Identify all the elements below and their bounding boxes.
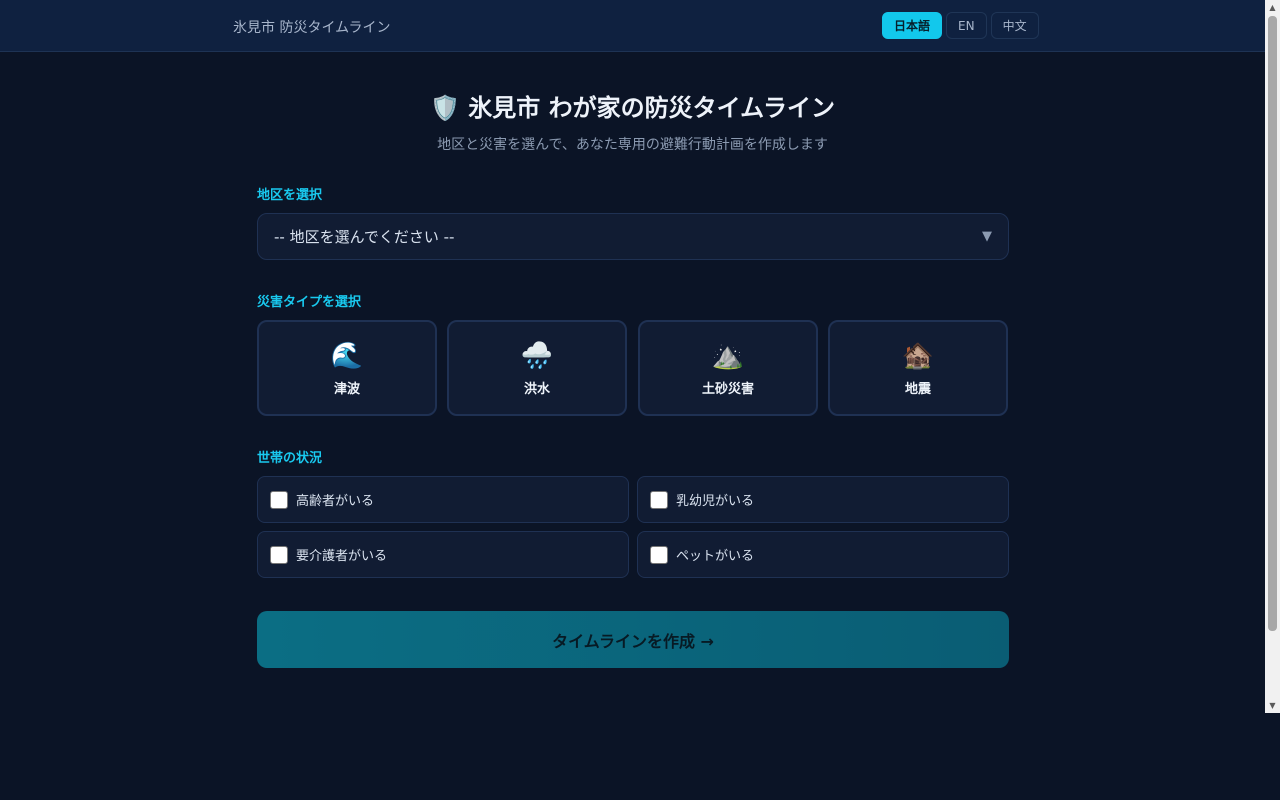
lang-button-zh[interactable]: 中文: [990, 12, 1039, 39]
lang-button-ja[interactable]: 日本語: [882, 12, 943, 39]
disaster-card-landslide[interactable]: ⛰️ 土砂災害: [638, 320, 818, 416]
disaster-type-label: 災害タイプを選択: [257, 295, 362, 310]
page-title: 🛡️ 氷見市 わが家の防災タイムライン: [0, 88, 1265, 123]
disaster-card-tsunami[interactable]: 🌊 津波: [257, 320, 437, 416]
page-title-text: 氷見市 わが家の防災タイムライン: [468, 94, 835, 122]
disaster-type-grid: 🌊 津波 🌧️ 洪水 ⛰️ 土砂災害 🏚️ 地震: [257, 320, 1009, 416]
scroll-down-arrow-icon[interactable]: ▼: [1265, 698, 1280, 713]
disaster-card-earthquake[interactable]: 🏚️ 地震: [828, 320, 1008, 416]
language-switcher: 日本語 EN 中文: [882, 12, 1039, 39]
checkbox-pet[interactable]: [650, 545, 668, 564]
household-option-infant[interactable]: 乳幼児がいる: [637, 476, 1009, 523]
district-select[interactable]: -- 地区を選んでください -- ▼: [257, 213, 1009, 260]
brand-title: 氷見市 防災タイムライン: [233, 20, 391, 36]
disaster-card-label: 土砂災害: [701, 381, 754, 397]
district-selected-value: -- 地区を選んでください --: [274, 228, 455, 246]
lang-button-en[interactable]: EN: [946, 12, 987, 39]
chevron-down-icon: ▼: [982, 229, 992, 244]
household-label: 世帯の状況: [257, 451, 323, 466]
disaster-card-flood[interactable]: 🌧️ 洪水: [447, 320, 627, 416]
scroll-up-arrow-icon[interactable]: ▲: [1265, 0, 1280, 15]
top-bar: 氷見市 防災タイムライン 日本語 EN 中文: [0, 0, 1265, 52]
create-timeline-button[interactable]: タイムラインを作成 →: [257, 611, 1009, 668]
district-label: 地区を選択: [257, 188, 323, 203]
damaged-house-icon: 🏚️: [901, 340, 935, 371]
disaster-card-label: 地震: [904, 381, 931, 397]
household-option-pet[interactable]: ペットがいる: [637, 531, 1009, 578]
page-scrollbar[interactable]: ▲ ▼: [1265, 0, 1280, 713]
household-option-care[interactable]: 要介護者がいる: [257, 531, 629, 578]
rain-cloud-icon: 🌧️: [520, 340, 554, 371]
page-subtitle: 地区と災害を選んで、あなた専用の避難行動計画を作成します: [437, 137, 828, 153]
checkbox-label: ペットがいる: [676, 549, 755, 564]
household-option-elderly[interactable]: 高齢者がいる: [257, 476, 629, 523]
checkbox-infant[interactable]: [650, 490, 668, 509]
shield-icon: 🛡️: [430, 94, 460, 122]
checkbox-label: 要介護者がいる: [296, 549, 388, 564]
checkbox-elderly[interactable]: [270, 490, 288, 509]
checkbox-label: 高齢者がいる: [296, 494, 375, 509]
scroll-thumb[interactable]: [1268, 16, 1277, 631]
disaster-card-label: 津波: [333, 381, 360, 397]
checkbox-label: 乳幼児がいる: [676, 494, 755, 509]
checkbox-care[interactable]: [270, 545, 288, 564]
disaster-card-label: 洪水: [523, 381, 550, 397]
mountain-icon: ⛰️: [711, 340, 745, 371]
wave-icon: 🌊: [330, 340, 364, 371]
